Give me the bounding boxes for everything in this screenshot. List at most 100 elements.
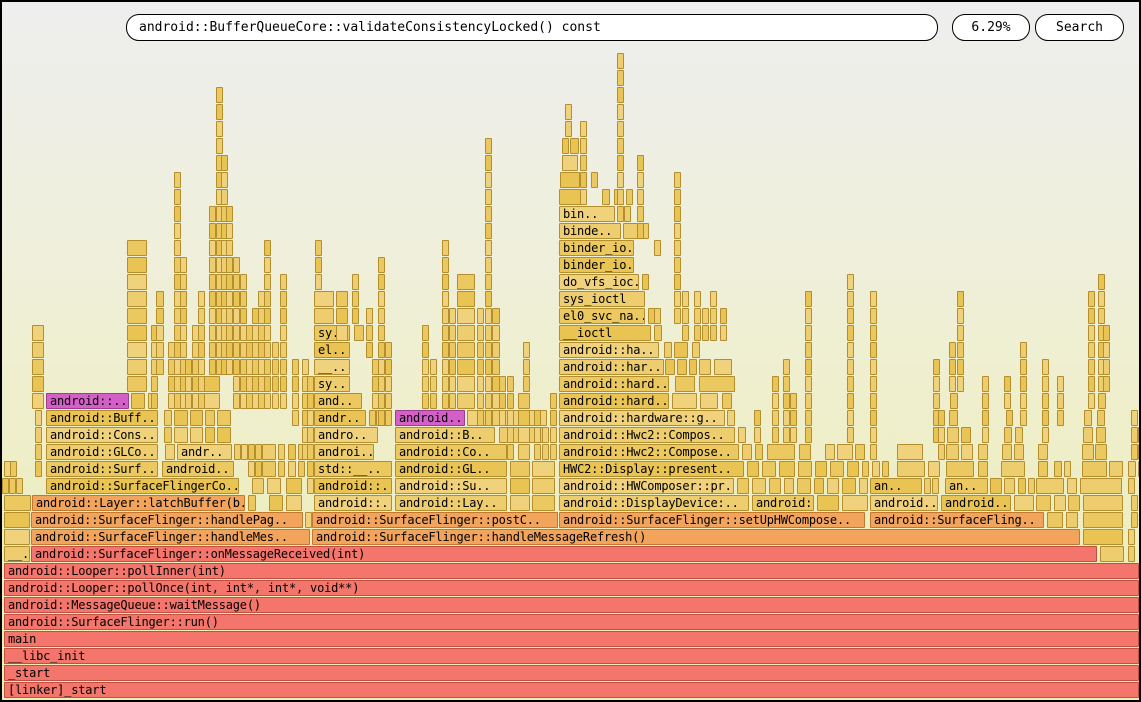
flame-frame-unlabeled[interactable] <box>180 291 187 307</box>
flame-frame-unlabeled[interactable] <box>264 240 271 256</box>
flame-frame-unlabeled[interactable] <box>1067 478 1077 494</box>
flame-frame-unlabeled[interactable] <box>510 461 530 477</box>
flame-frame-unlabeled[interactable] <box>870 291 877 307</box>
flame-frame-unlabeled[interactable] <box>442 308 449 324</box>
flame-frame-unlabeled[interactable] <box>626 189 633 205</box>
flame-frame-unlabeled[interactable] <box>784 478 794 494</box>
flame-frame[interactable]: std::__.. <box>314 461 392 477</box>
flame-frame-unlabeled[interactable] <box>492 325 500 341</box>
flame-frame-unlabeled[interactable] <box>264 308 271 324</box>
flame-frame-unlabeled[interactable] <box>675 376 695 392</box>
flame-frame-unlabeled[interactable] <box>32 359 44 375</box>
flame-frame-unlabeled[interactable] <box>617 70 624 86</box>
flame-frame-unlabeled[interactable] <box>957 291 964 307</box>
flame-frame-unlabeled[interactable] <box>1083 495 1123 511</box>
flame-frame-unlabeled[interactable] <box>1131 427 1138 443</box>
flame-frame-unlabeled[interactable] <box>550 444 557 460</box>
flame-frame-unlabeled[interactable] <box>674 223 681 239</box>
flame-frame[interactable]: an.. <box>945 478 988 494</box>
flame-frame-unlabeled[interactable] <box>938 427 945 443</box>
flame-frame-unlabeled[interactable] <box>897 444 923 460</box>
flame-frame-unlabeled[interactable] <box>1080 478 1122 494</box>
flame-frame-unlabeled[interactable] <box>457 393 475 409</box>
flame-frame-unlabeled[interactable] <box>378 291 385 307</box>
flame-frame[interactable]: android.. <box>870 495 938 511</box>
flame-frame-unlabeled[interactable] <box>523 376 530 392</box>
flame-frame-unlabeled[interactable] <box>288 461 296 477</box>
flame-frame[interactable]: android::hard.. <box>559 393 669 409</box>
flame-frame-unlabeled[interactable] <box>174 427 188 443</box>
flame-frame-unlabeled[interactable] <box>847 308 854 324</box>
flame-frame-unlabeled[interactable] <box>216 87 223 103</box>
flame-frame[interactable]: android::.. <box>314 478 392 494</box>
flame-frame-unlabeled[interactable] <box>1054 461 1062 477</box>
flame-frame-unlabeled[interactable] <box>805 342 812 358</box>
flame-frame-unlabeled[interactable] <box>1128 546 1135 562</box>
flame-frame[interactable]: el.. <box>314 342 350 358</box>
flame-frame-unlabeled[interactable] <box>264 359 271 375</box>
flame-frame-unlabeled[interactable] <box>272 393 279 409</box>
flame-frame-unlabeled[interactable] <box>241 444 248 460</box>
flame-frame-unlabeled[interactable] <box>523 359 530 375</box>
flame-frame-unlabeled[interactable] <box>862 461 869 477</box>
flame-frame-unlabeled[interactable] <box>457 308 475 324</box>
flame-frame-unlabeled[interactable] <box>1098 274 1105 290</box>
flame-frame-unlabeled[interactable] <box>226 359 233 375</box>
flame-frame-unlabeled[interactable] <box>185 376 192 392</box>
flame-frame[interactable]: binder_io.. <box>559 257 634 273</box>
flame-frame[interactable]: android::.. <box>314 495 392 511</box>
flame-frame-unlabeled[interactable] <box>779 461 795 477</box>
flame-frame-unlabeled[interactable] <box>378 342 385 358</box>
flame-frame-unlabeled[interactable] <box>938 410 945 426</box>
flame-frame-unlabeled[interactable] <box>957 342 964 358</box>
flame-frame-unlabeled[interactable] <box>9 478 16 494</box>
flame-frame-unlabeled[interactable] <box>286 495 302 511</box>
flame-frame-unlabeled[interactable] <box>507 410 514 426</box>
flame-frame-unlabeled[interactable] <box>442 240 449 256</box>
flame-frame-unlabeled[interactable] <box>485 206 492 222</box>
flame-frame-unlabeled[interactable] <box>280 393 287 409</box>
flame-frame-unlabeled[interactable] <box>477 308 484 324</box>
flame-frame-unlabeled[interactable] <box>990 478 1002 494</box>
flame-frame-unlabeled[interactable] <box>783 427 790 443</box>
flame-frame-unlabeled[interactable] <box>127 359 147 375</box>
flame-frame-unlabeled[interactable] <box>233 393 240 409</box>
flame-frame-unlabeled[interactable] <box>1057 410 1064 426</box>
flame-frame-unlabeled[interactable] <box>507 393 514 409</box>
flame-frame[interactable]: bin.. <box>559 206 615 222</box>
flame-frame-unlabeled[interactable] <box>255 461 262 477</box>
flame-frame-unlabeled[interactable] <box>226 342 233 358</box>
flame-frame-unlabeled[interactable] <box>499 410 506 426</box>
flame-frame-unlabeled[interactable] <box>790 393 797 409</box>
flame-frame-unlabeled[interactable] <box>292 376 299 392</box>
flame-frame-unlabeled[interactable] <box>532 461 555 477</box>
flame-frame-unlabeled[interactable] <box>928 461 940 477</box>
flame-frame-unlabeled[interactable] <box>534 410 541 426</box>
flame-frame-unlabeled[interactable] <box>485 189 492 205</box>
flame-frame-unlabeled[interactable] <box>752 478 766 494</box>
flame-frame-unlabeled[interactable] <box>485 393 492 409</box>
flame-frame-unlabeled[interactable] <box>272 342 279 358</box>
flame-frame-unlabeled[interactable] <box>842 495 868 511</box>
flame-frame-unlabeled[interactable] <box>783 359 790 375</box>
flame-frame-unlabeled[interactable] <box>805 359 812 375</box>
flame-frame-unlabeled[interactable] <box>485 359 492 375</box>
flame-frame-unlabeled[interactable] <box>738 427 746 443</box>
flame-frame-unlabeled[interactable] <box>949 410 958 426</box>
flame-frame-unlabeled[interactable] <box>982 427 989 443</box>
flame-frame-unlabeled[interactable] <box>580 155 587 171</box>
flame-frame-unlabeled[interactable] <box>248 495 256 511</box>
flame-frame-unlabeled[interactable] <box>507 376 514 392</box>
flame-frame-unlabeled[interactable] <box>449 393 456 409</box>
flame-frame-unlabeled[interactable] <box>198 325 205 341</box>
flame-frame-unlabeled[interactable] <box>623 223 649 239</box>
flame-frame-unlabeled[interactable] <box>1096 427 1106 443</box>
flame-frame-unlabeled[interactable] <box>933 393 940 409</box>
flame-frame-unlabeled[interactable] <box>449 359 456 375</box>
flame-frame[interactable]: android::Su.. <box>395 478 507 494</box>
flame-frame-unlabeled[interactable] <box>264 257 271 273</box>
flame-frame-unlabeled[interactable] <box>1002 444 1012 460</box>
flame-frame-unlabeled[interactable] <box>617 172 624 188</box>
flame-frame[interactable]: android::SurfaceFlinger::run() <box>4 614 1139 630</box>
flame-frame-unlabeled[interactable] <box>352 308 359 324</box>
